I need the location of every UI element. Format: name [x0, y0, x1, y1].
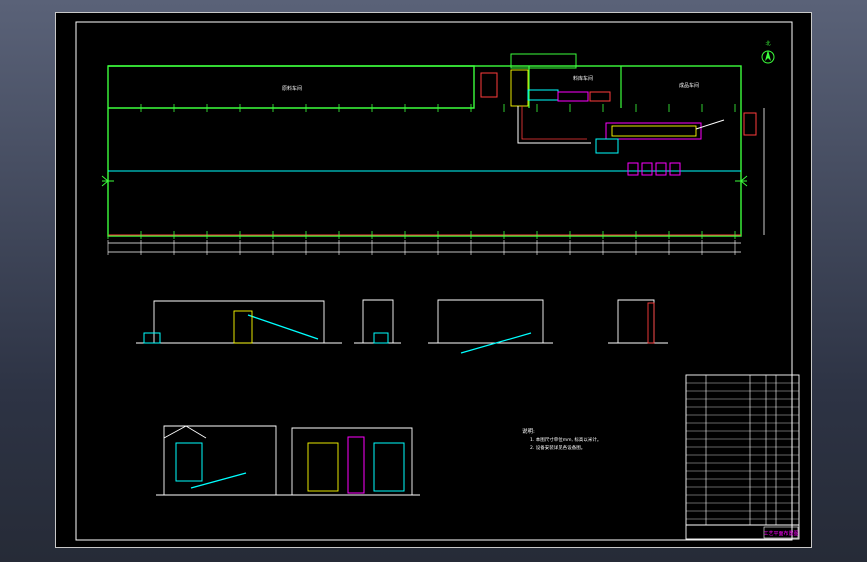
- tank-icon: [641, 162, 653, 176]
- elevation-1-roof: [163, 425, 207, 439]
- section-2-machine: [373, 332, 389, 344]
- section-3-outline: [437, 299, 544, 343]
- title-block: 工艺平面布置图: [685, 374, 800, 540]
- tank-icon: [669, 162, 681, 176]
- north-arrow-icon: 北: [761, 40, 775, 64]
- area-label-store: 料库车间: [573, 75, 593, 82]
- section-1-conveyor: [247, 314, 319, 340]
- elevation-1-silo: [175, 442, 203, 482]
- elevation-2-unit-2: [347, 436, 365, 494]
- tank-icon: [627, 162, 639, 176]
- cad-drawing: 北 原料车间 料库车间 成品车间 说明: 1. 本图尺寸单位mm, 标高以米计。…: [75, 21, 800, 541]
- middle-block: [528, 66, 622, 108]
- drawing-title: 工艺平面布置图: [763, 530, 798, 537]
- elevation-1-outline: [163, 425, 277, 495]
- section-1-machine: [143, 332, 161, 344]
- cad-viewport[interactable]: 北 原料车间 料库车间 成品车间 说明: 1. 本图尺寸单位mm, 标高以米计。…: [55, 12, 812, 548]
- elevation-views: [156, 425, 420, 496]
- tank-icon: [655, 162, 667, 176]
- title-block-table: [686, 382, 799, 520]
- section-1-outline: [153, 300, 325, 343]
- note-2: 2. 设备安装详见各设备图。: [530, 444, 585, 451]
- elevation-2-unit-3: [373, 442, 405, 492]
- section-views: [136, 299, 668, 354]
- plan-view: 原料车间 料库车间 成品车间: [101, 53, 765, 255]
- note-1: 1. 本图尺寸单位mm, 标高以米计。: [530, 436, 601, 443]
- notes: 说明: 1. 本图尺寸单位mm, 标高以米计。 2. 设备安装详见各设备图。: [522, 427, 601, 451]
- section-4-outline: [617, 299, 655, 343]
- building-outline: [107, 65, 742, 237]
- area-label-raw: 原料车间: [282, 85, 302, 92]
- notes-title: 说明:: [522, 427, 535, 435]
- exterior-unit-right: [743, 112, 757, 136]
- area-label-finished: 成品车间: [679, 82, 699, 89]
- section-4-column: [647, 302, 655, 344]
- exterior-unit-left: [480, 72, 498, 98]
- drawing-frame: [75, 21, 793, 541]
- elevation-2-unit-1: [307, 442, 339, 492]
- dimension-ticks: [107, 240, 736, 255]
- north-label: 北: [765, 40, 770, 47]
- elevation-2-outline: [291, 427, 413, 495]
